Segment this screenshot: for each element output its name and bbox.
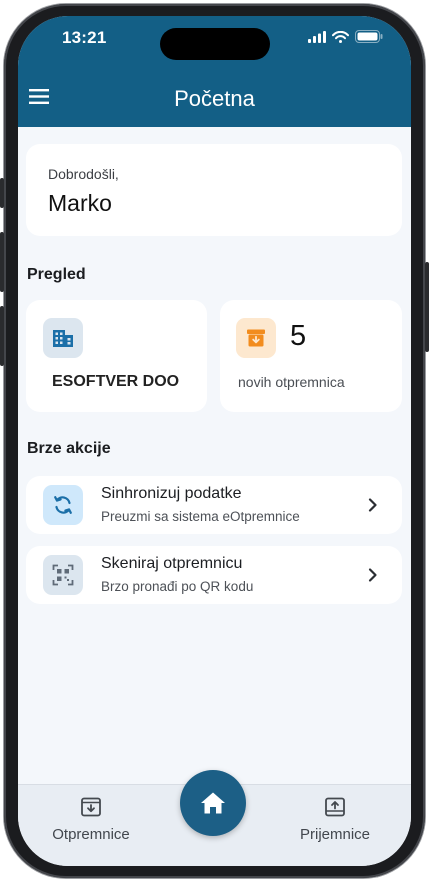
- status-bar: 13:21: [18, 16, 411, 62]
- home-icon: [201, 792, 225, 814]
- company-name: ESOFTVER DOO: [52, 373, 180, 390]
- qr-scan-icon: [52, 564, 74, 586]
- app-screen: 13:21 Početna Dobrodošli, Marko Pregled …: [18, 16, 411, 866]
- archive-box-icon: [247, 329, 265, 347]
- battery-icon: [355, 30, 383, 43]
- inbox-download-icon: [81, 797, 101, 817]
- wifi-icon: [332, 30, 349, 43]
- side-button-volume-down: [0, 306, 4, 366]
- sync-icon: [54, 496, 72, 514]
- nav-label-otpremnice: Otpremnice: [52, 826, 130, 843]
- inbox-upload-icon: [325, 797, 345, 817]
- nav-label-prijemnice: Prijemnice: [299, 826, 371, 843]
- side-button-volume-up: [0, 232, 4, 292]
- page-title: Početna: [174, 86, 255, 111]
- nav-item-otpremnice[interactable]: Otpremnice: [36, 797, 146, 843]
- scan-action-title: Skeniraj otpremnicu: [101, 555, 243, 572]
- new-shipments-card[interactable]: 5 novih otpremnica: [220, 300, 402, 412]
- nav-item-prijemnice[interactable]: Prijemnice: [280, 797, 390, 843]
- overview-section-title: Pregled: [27, 266, 86, 283]
- welcome-greeting: Dobrodošli,: [48, 166, 119, 182]
- welcome-card: Dobrodošli, Marko: [26, 144, 402, 236]
- scan-shipment-action[interactable]: Skeniraj otpremnicu Brzo pronađi po QR k…: [26, 546, 402, 604]
- building-icon: [53, 330, 73, 347]
- chevron-right-icon: [368, 568, 377, 582]
- company-icon-tile: [43, 318, 83, 358]
- status-time: 13:21: [62, 28, 107, 47]
- scan-action-subtitle: Brzo pronađi po QR kodu: [101, 579, 254, 594]
- app-header: 13:21 Početna: [18, 16, 411, 127]
- company-card[interactable]: ESOFTVER DOO: [26, 300, 207, 412]
- side-button-power: [425, 262, 429, 352]
- chevron-right-icon: [368, 498, 377, 512]
- shipments-icon-tile: [236, 318, 276, 358]
- sync-data-action[interactable]: Sinhronizuj podatke Preuzmi sa sistema e…: [26, 476, 402, 534]
- user-name: Marko: [48, 190, 112, 216]
- cellular-signal-icon: [308, 30, 326, 43]
- status-icons: [308, 30, 383, 43]
- new-shipments-label: novih otpremnica: [238, 374, 345, 390]
- dynamic-island: [160, 28, 270, 60]
- qr-icon-tile: [43, 555, 83, 595]
- sync-icon-tile: [43, 485, 83, 525]
- home-button[interactable]: [180, 770, 246, 836]
- sync-action-subtitle: Preuzmi sa sistema eOtpremnice: [101, 509, 300, 524]
- side-button-mute: [0, 178, 4, 208]
- sync-action-title: Sinhronizuj podatke: [101, 485, 242, 502]
- new-shipments-count: 5: [290, 320, 307, 352]
- title-row: Početna: [18, 78, 411, 118]
- quick-actions-section-title: Brze akcije: [27, 440, 111, 457]
